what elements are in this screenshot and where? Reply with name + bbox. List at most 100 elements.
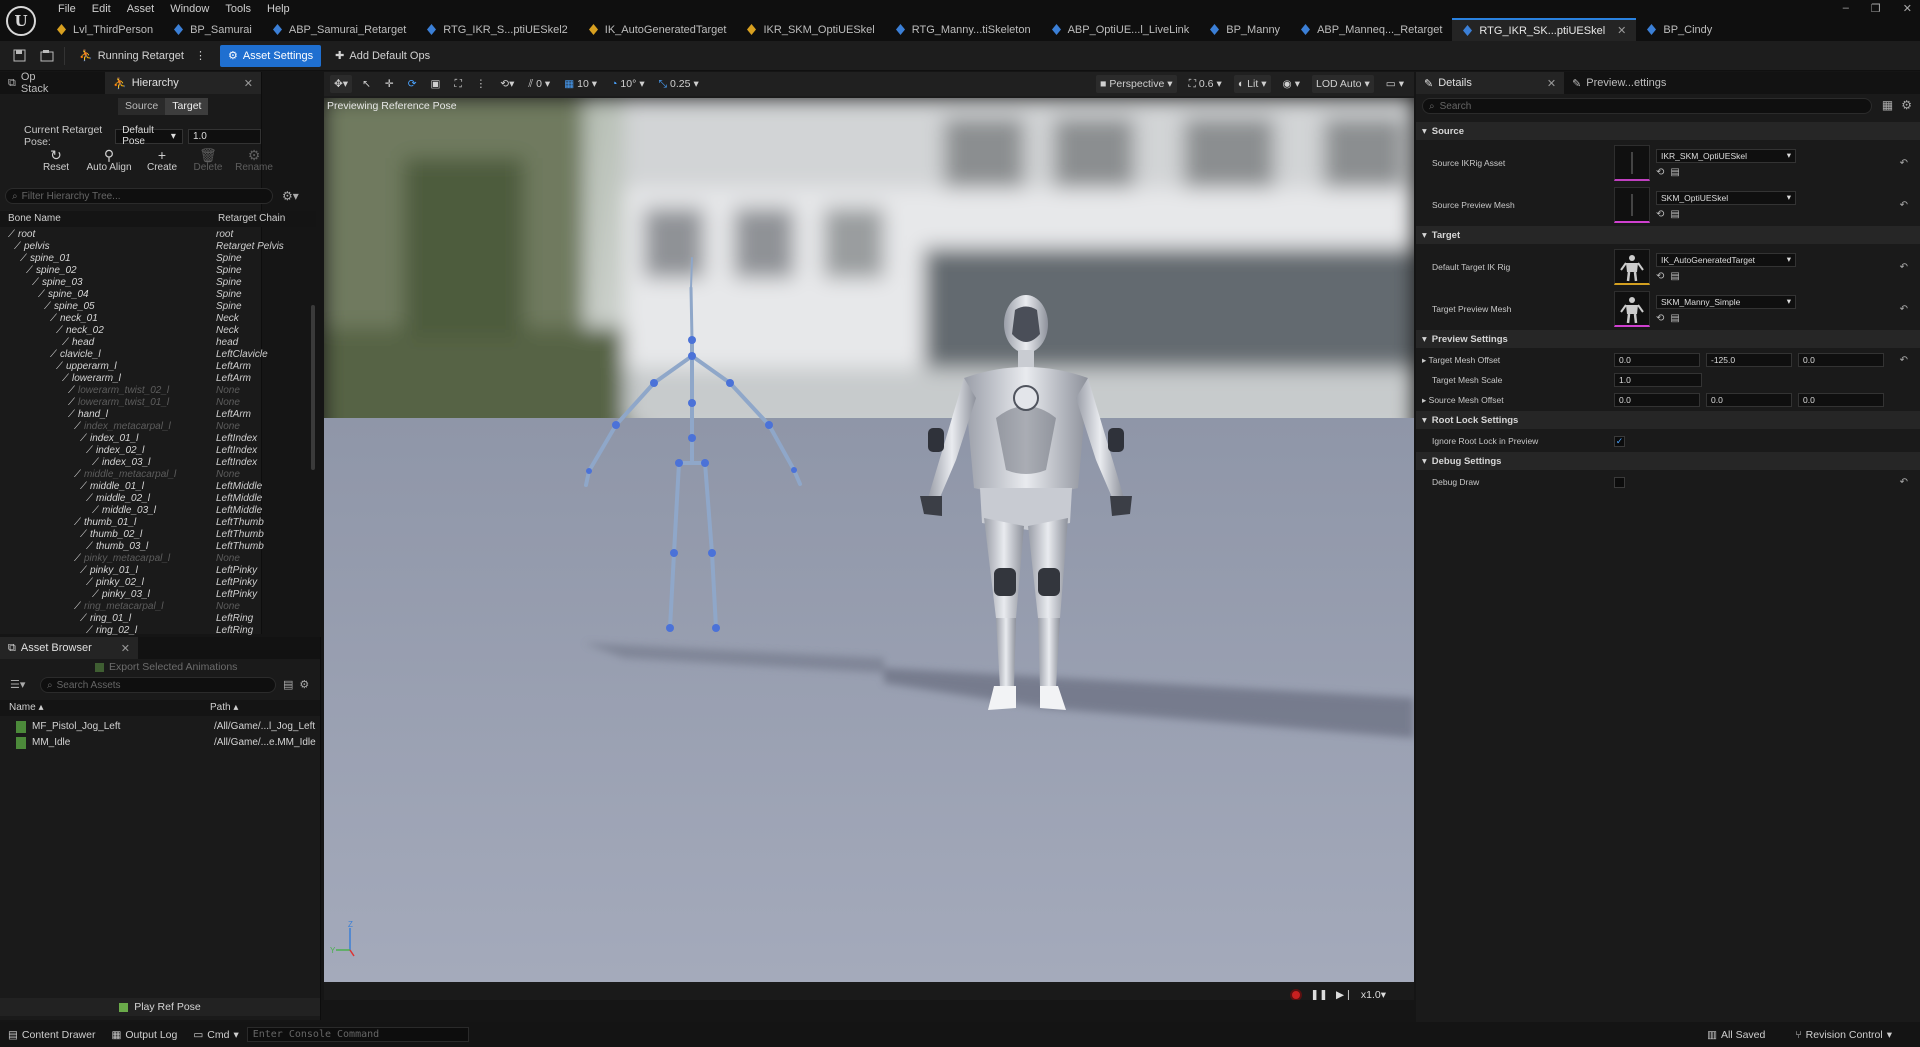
select-icon[interactable]: ↖: [358, 75, 375, 93]
document-tab[interactable]: RTG_Manny...tiSkeleton: [885, 18, 1041, 41]
tree-row[interactable]: ⟋ index_01_l LeftIndex: [0, 433, 312, 445]
folder-icon[interactable]: ▤: [1670, 271, 1679, 282]
category-preview-settings[interactable]: ▾ Preview Settings: [1416, 330, 1920, 348]
minimize-icon[interactable]: –: [1843, 2, 1849, 14]
tree-row[interactable]: ⟋ index_metacarpal_l None: [0, 421, 312, 433]
fov-button[interactable]: ⛶ 0.6 ▾: [1185, 75, 1226, 93]
rotation-snap-button[interactable]: ◔ 10° ▾: [607, 75, 649, 93]
document-tab[interactable]: ABP_Manneq..._Retarget: [1290, 18, 1452, 41]
menu-help[interactable]: Help: [259, 1, 298, 17]
close-window-icon[interactable]: ✕: [1903, 2, 1912, 15]
asset-row[interactable]: MF_Pistol_Jog_Left/All/Game/...l_Jog_Lef…: [0, 719, 320, 735]
reset-to-default-icon[interactable]: ↶: [1900, 262, 1908, 273]
tree-row[interactable]: ⟋ thumb_01_l LeftThumb: [0, 517, 312, 529]
toggle-source[interactable]: Source: [118, 98, 166, 115]
tree-row[interactable]: ⟋ upperarm_l LeftArm: [0, 361, 312, 373]
target-preview-mesh-dropdown[interactable]: SKM_Manny_Simple ▾: [1656, 294, 1796, 309]
tree-row[interactable]: ⟋ neck_02 Neck: [0, 325, 312, 337]
menu-edit[interactable]: Edit: [84, 1, 119, 17]
rename-button[interactable]: ⚙ Rename: [235, 148, 273, 173]
category-root-lock[interactable]: ▾ Root Lock Settings: [1416, 411, 1920, 429]
reset-button[interactable]: ↻ Reset: [38, 148, 74, 173]
perspective-button[interactable]: ■ Perspective ▾: [1096, 75, 1177, 93]
col-name[interactable]: Name ▴: [0, 700, 210, 716]
menu-window[interactable]: Window: [162, 1, 217, 17]
category-target[interactable]: ▾ Target: [1416, 226, 1920, 244]
document-tab[interactable]: BP_Manny: [1199, 18, 1290, 41]
tree-row[interactable]: ⟋ spine_01 Spine: [0, 253, 312, 265]
tree-row[interactable]: ⟋ index_03_l LeftIndex: [0, 457, 312, 469]
pose-dropdown[interactable]: Default Pose ▾: [115, 125, 183, 147]
translate-icon[interactable]: ✛: [381, 75, 398, 93]
filter-settings-icon[interactable]: ⚙▾: [282, 189, 299, 203]
tree-row[interactable]: ⟋ hand_l LeftArm: [0, 409, 312, 421]
asset-thumbnail[interactable]: [1614, 291, 1650, 327]
close-tab-icon[interactable]: ✕: [244, 77, 253, 90]
grid-snap-button[interactable]: ⫽ 0 ▾: [524, 75, 554, 93]
tree-row[interactable]: ⟋ middle_02_l LeftMiddle: [0, 493, 312, 505]
tree-row[interactable]: ⟋ pinky_02_l LeftPinky: [0, 577, 312, 589]
playback-speed-button[interactable]: x1.0▾: [1361, 989, 1386, 1000]
output-log-button[interactable]: ▦ Output Log: [103, 1029, 185, 1041]
delete-button[interactable]: 🗑 Delete: [190, 148, 226, 173]
reset-to-default-icon[interactable]: ↶: [1900, 200, 1908, 211]
tab-op-stack[interactable]: ⧉ Op Stack: [0, 71, 65, 95]
asset-row[interactable]: MM_Idle/All/Game/...e.MM_Idle: [0, 735, 320, 751]
debug-draw-checkbox[interactable]: [1614, 476, 1625, 488]
tree-row[interactable]: ⟋ neck_01 Neck: [0, 313, 312, 325]
target-offset-y[interactable]: -125.0: [1706, 353, 1792, 367]
target-scale-field[interactable]: 1.0: [1614, 373, 1702, 387]
rotate-icon[interactable]: ⟳: [404, 75, 421, 93]
tree-row[interactable]: ⟋ clavicle_l LeftClavicle: [0, 349, 312, 361]
tree-row[interactable]: ⟋ pinky_01_l LeftPinky: [0, 565, 312, 577]
running-retarget-button[interactable]: ⛹ Running Retarget ⋮: [71, 45, 214, 67]
asset-thumbnail[interactable]: [1614, 187, 1650, 223]
target-offset-z[interactable]: 0.0: [1798, 353, 1884, 367]
step-forward-icon[interactable]: ▶❘: [1336, 989, 1353, 1000]
tree-row[interactable]: ⟋ lowerarm_twist_02_l None: [0, 385, 312, 397]
asset-thumbnail[interactable]: [1614, 249, 1650, 285]
col-path[interactable]: Path ▴: [210, 700, 238, 716]
grid-view-icon[interactable]: ▦: [1882, 98, 1893, 112]
tree-row[interactable]: ⟋ root root: [0, 229, 312, 241]
hierarchy-filter-input[interactable]: ⌕ Filter Hierarchy Tree...: [5, 188, 273, 204]
transform-mode-button[interactable]: ✥▾: [330, 75, 353, 93]
target-offset-x[interactable]: 0.0: [1614, 353, 1700, 367]
tree-row[interactable]: ⟋ ring_02_l LeftRing: [0, 625, 312, 635]
folder-icon[interactable]: ▤: [283, 678, 293, 691]
reset-to-default-icon[interactable]: ↶: [1900, 304, 1908, 315]
play-ref-pose-button[interactable]: Play Ref Pose: [0, 998, 320, 1016]
lod-button[interactable]: LOD Auto ▾: [1311, 75, 1374, 93]
scale-snap-button[interactable]: ⤡ 0.25 ▾: [655, 75, 703, 93]
document-tab[interactable]: ABP_OptiUE...l_LiveLink: [1041, 18, 1200, 41]
gear-icon[interactable]: ⚙: [1901, 98, 1912, 112]
tree-row[interactable]: ⟋ middle_03_l LeftMiddle: [0, 505, 312, 517]
auto-align-button[interactable]: ⚲ Auto Align: [84, 148, 134, 173]
surface-snap-button[interactable]: ⟲▾: [496, 75, 518, 93]
cmd-dropdown[interactable]: ▭ Cmd ▾: [185, 1029, 246, 1041]
tree-row[interactable]: ⟋ index_02_l LeftIndex: [0, 445, 312, 457]
all-saved-button[interactable]: ▥ All Saved: [1699, 1029, 1773, 1041]
add-default-ops-button[interactable]: ✚ Add Default Ops: [327, 45, 438, 67]
folder-icon[interactable]: ▤: [1670, 209, 1679, 220]
reset-to-default-icon[interactable]: ↶: [1900, 477, 1908, 488]
layout-button[interactable]: ▭ ▾: [1382, 75, 1408, 93]
unreal-logo-icon[interactable]: U: [6, 6, 36, 36]
tree-row[interactable]: ⟋ lowerarm_twist_01_l None: [0, 397, 312, 409]
menu-tools[interactable]: Tools: [217, 1, 259, 17]
document-tab[interactable]: RTG_IKR_S...ptiUESkel2: [416, 18, 578, 41]
document-tab[interactable]: BP_Samurai: [163, 18, 262, 41]
document-tab[interactable]: BP_Cindy: [1636, 18, 1722, 41]
close-tab-icon[interactable]: ✕: [121, 642, 130, 655]
tree-row[interactable]: ⟋ spine_02 Spine: [0, 265, 312, 277]
filter-icon[interactable]: ☰▾: [10, 678, 25, 691]
browse-to-icon[interactable]: ⟲: [1656, 209, 1664, 220]
document-tab[interactable]: Lvl_ThirdPerson: [46, 18, 163, 41]
tree-row[interactable]: ⟋ pinky_03_l LeftPinky: [0, 589, 312, 601]
content-drawer-button[interactable]: ▤ Content Drawer: [0, 1029, 103, 1041]
tree-row[interactable]: ⟋ spine_03 Spine: [0, 277, 312, 289]
create-button[interactable]: + Create: [144, 148, 180, 173]
source-offset-y[interactable]: 0.0: [1706, 393, 1792, 407]
export-animations-button[interactable]: Export Selected Animations: [95, 661, 237, 673]
record-button[interactable]: [1290, 989, 1303, 1000]
